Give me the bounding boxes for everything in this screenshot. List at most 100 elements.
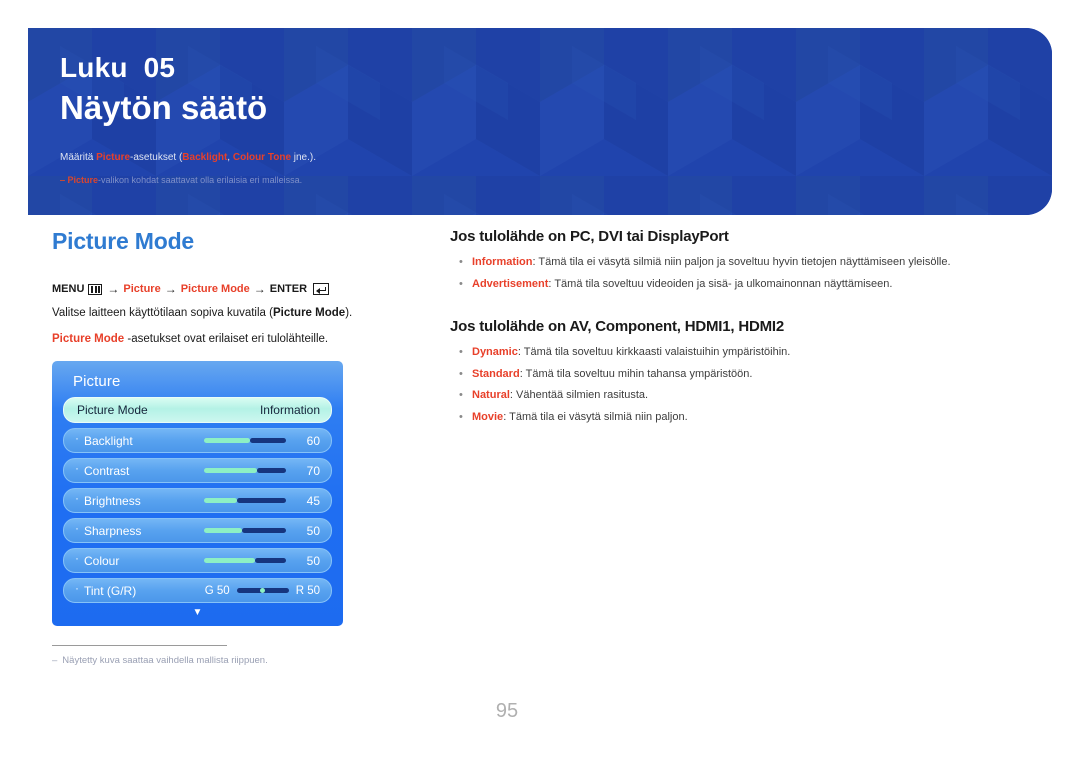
- bullet-desc: : Tämä tila soveltuu mihin tahansa ympär…: [519, 367, 753, 380]
- chapter-heading: Luku 05: [60, 50, 1052, 85]
- bullet-dot-icon: •: [459, 410, 463, 423]
- osd-value-contrast: 70: [306, 463, 320, 478]
- osd-row-sharpness[interactable]: · Sharpness 50: [63, 518, 332, 543]
- osd-bullet-icon: ·: [75, 550, 79, 565]
- path-arrow-2: →: [164, 282, 177, 296]
- desc-highlight-picture: Picture: [96, 151, 131, 163]
- list-item: • Dynamic: Tämä tila soveltuu kirkkaasti…: [450, 344, 1020, 361]
- para1-post: ).: [345, 307, 353, 319]
- osd-bullet-icon: ·: [75, 460, 79, 475]
- bullet-term: Movie: [472, 410, 504, 423]
- bullet-text: Movie: Tämä tila ei väsytä silmiä niin p…: [472, 409, 688, 426]
- path-arrow-3: →: [253, 282, 266, 296]
- osd-tint-green-value: G 50: [204, 584, 230, 597]
- bullet-text: Information: Tämä tila ei väsytä silmiä …: [472, 254, 951, 271]
- bullet-term: Dynamic: [472, 346, 518, 358]
- path-arrow-1: →: [107, 282, 120, 296]
- menu-label: MENU: [52, 283, 85, 295]
- para1-bold: Picture Mode: [272, 307, 346, 319]
- desc-pre: Määritä: [60, 151, 97, 163]
- bullet-dot-icon: •: [459, 277, 463, 290]
- list-item: • Advertisement: Tämä tila soveltuu vide…: [450, 276, 1020, 293]
- heading-av-component-hdmi: Jos tulolähde on AV, Component, HDMI1, H…: [450, 318, 784, 335]
- osd-slider-backlight[interactable]: [204, 438, 286, 443]
- chevron-down-icon[interactable]: ▼: [63, 608, 332, 618]
- bullet-text: Dynamic: Tämä tila soveltuu kirkkaasti v…: [472, 344, 790, 361]
- bullet-dot-icon: •: [459, 346, 463, 358]
- osd-value-backlight: 60: [306, 433, 320, 448]
- osd-tint-red-value: R 50: [295, 584, 320, 597]
- osd-value-colour: 50: [306, 553, 320, 568]
- enter-return-icon: [313, 283, 330, 295]
- menu-path-step-picture-mode: Picture Mode: [180, 283, 250, 295]
- osd-picture-menu: Picture Picture Mode Information · Backl…: [52, 361, 343, 626]
- osd-row-brightness[interactable]: · Brightness 45: [63, 488, 332, 513]
- bullet-desc: : Tämä tila ei väsytä silmiä niin paljon…: [532, 256, 951, 268]
- tint-knob[interactable]: [259, 588, 265, 593]
- osd-bullet-icon: ·: [75, 430, 79, 445]
- footnote-body: Näytetty kuva saattaa vaihdella mallista…: [62, 655, 268, 666]
- right-column: Jos tulolähde on PC, DVI tai DisplayPort…: [450, 228, 1020, 430]
- osd-menu-title: Picture: [73, 373, 121, 390]
- osd-value-sharpness: 50: [306, 523, 320, 538]
- bullet-text: Advertisement: Tämä tila soveltuu videoi…: [472, 276, 892, 293]
- osd-row-picture-mode[interactable]: Picture Mode Information: [63, 397, 332, 423]
- bullet-list-pc: • Information: Tämä tila ei väsytä silmi…: [450, 254, 1020, 292]
- bullet-dot-icon: •: [459, 389, 463, 401]
- para2-post: -asetukset ovat erilaiset eri tulolähtei…: [124, 332, 329, 345]
- bullet-term: Standard: [472, 367, 520, 380]
- note-dash-icon: ‒: [60, 174, 66, 185]
- chapter-banner: Luku 05 Näytön säätö Määritä Picture-ase…: [28, 28, 1052, 215]
- page-root: Luku 05 Näytön säätö Määritä Picture-ase…: [0, 0, 1080, 763]
- osd-slider-brightness[interactable]: [204, 498, 286, 503]
- instruction-paragraph-1: Valitse laitteen käyttötilaan sopiva kuv…: [52, 305, 422, 322]
- osd-label-picture-mode: Picture Mode: [77, 403, 148, 417]
- bullet-text: Natural: Vähentää silmien rasitusta.: [472, 387, 648, 404]
- osd-value-brightness: 45: [306, 493, 320, 508]
- slider-fill: [204, 558, 255, 563]
- slider-rest: [242, 528, 286, 533]
- bullet-desc: : Tämä tila ei väsytä silmiä niin paljon…: [503, 410, 688, 423]
- osd-label-tint: Tint (G/R): [84, 583, 137, 598]
- desc-highlight-backlight: Backlight: [182, 151, 228, 163]
- bullet-term: Advertisement: [472, 277, 549, 290]
- osd-row-contrast[interactable]: · Contrast 70: [63, 458, 332, 483]
- list-item: • Movie: Tämä tila ei väsytä silmiä niin…: [450, 409, 1020, 426]
- osd-label-backlight: Backlight: [84, 433, 133, 448]
- banner-content: Luku 05 Näytön säätö Määritä Picture-ase…: [28, 28, 1052, 187]
- chapter-title: Näytön säätö: [60, 89, 268, 126]
- osd-slider-tint[interactable]: G 50 R 50: [205, 585, 320, 597]
- osd-label-sharpness: Sharpness: [84, 523, 142, 538]
- slider-rest: [237, 498, 286, 503]
- bullet-desc: : Tämä tila soveltuu kirkkaasti valaistu…: [517, 346, 791, 358]
- osd-row-colour[interactable]: · Colour 50: [63, 548, 332, 573]
- slider-fill: [204, 438, 250, 443]
- osd-slider-sharpness[interactable]: [204, 528, 286, 533]
- slider-fill: [204, 498, 237, 503]
- osd-label-colour: Colour: [84, 553, 120, 568]
- page-title: Picture Mode: [52, 228, 195, 254]
- bullet-list-av: • Dynamic: Tämä tila soveltuu kirkkaasti…: [450, 344, 1020, 425]
- osd-bullet-icon: ·: [75, 580, 79, 595]
- para2-bold: Picture Mode: [52, 332, 125, 345]
- desc-highlight-colour-tone: Colour Tone: [232, 151, 291, 163]
- banner-note: ‒ Picture-valikon kohdat saattavat olla …: [60, 174, 1052, 188]
- desc-mid-1: -asetukset (: [130, 151, 183, 163]
- note-highlight-picture: Picture: [67, 174, 99, 185]
- osd-value-picture-mode: Information: [259, 403, 320, 417]
- slider-fill: [204, 528, 242, 533]
- osd-row-backlight[interactable]: · Backlight 60: [63, 428, 332, 453]
- osd-row-tint[interactable]: · Tint (G/R) G 50 R 50: [63, 578, 332, 603]
- bullet-term: Information: [472, 256, 533, 268]
- osd-bullet-icon: ·: [75, 520, 79, 535]
- slider-rest: [257, 468, 286, 473]
- osd-slider-contrast[interactable]: [204, 468, 286, 473]
- footnote-text: ‒ Näytetty kuva saattaa vaihdella mallis…: [52, 654, 392, 667]
- bullet-dot-icon: •: [459, 256, 463, 268]
- slider-rest: [255, 558, 286, 563]
- note-text: -valikon kohdat saattavat olla erilaisia…: [98, 174, 303, 185]
- list-item: • Standard: Tämä tila soveltuu mihin tah…: [450, 366, 1020, 383]
- osd-bullet-icon: ·: [75, 490, 79, 505]
- slider-rest: [250, 438, 286, 443]
- osd-slider-colour[interactable]: [204, 558, 286, 563]
